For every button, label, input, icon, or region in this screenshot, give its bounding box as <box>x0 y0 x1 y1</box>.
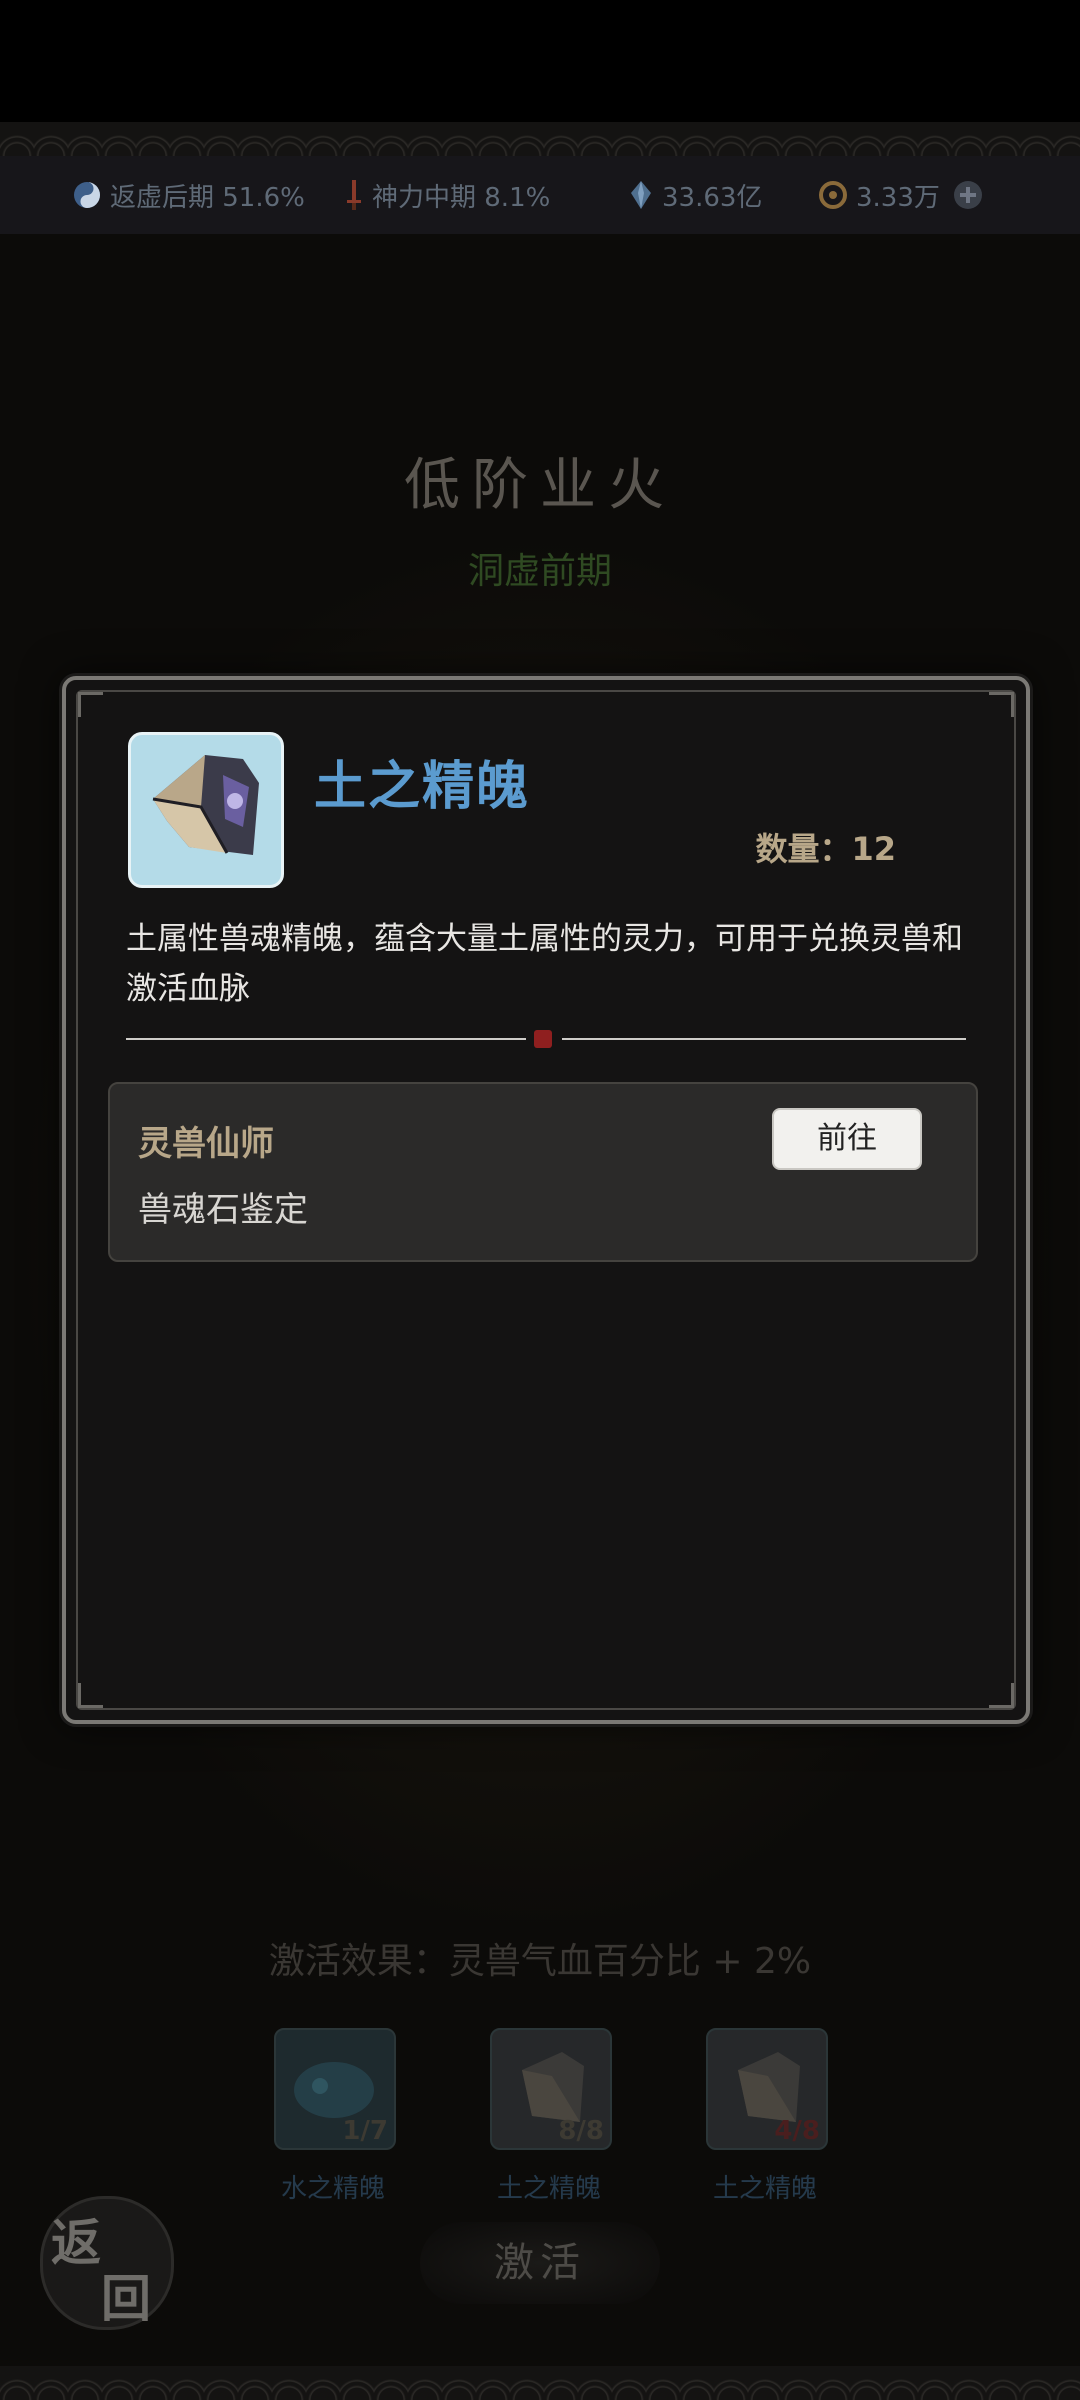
cultivation-resource: 返虚后期 51.6% <box>72 156 305 234</box>
activation-effect: 激活效果：灵兽气血百分比 + 2% <box>268 1941 812 1982</box>
divine-power-text: 神力中期 8.1% <box>372 182 551 213</box>
spirit-stone-text: 33.63亿 <box>662 182 763 213</box>
sword-icon <box>347 180 361 210</box>
goto-button[interactable]: 前往 <box>772 1108 922 1170</box>
coin-resource: 3.33万 <box>818 156 984 234</box>
wave-border-bottom <box>0 2366 1080 2400</box>
item-count: 4/8 <box>774 2116 820 2146</box>
divine-power-resource: 神力中期 8.1% <box>344 156 550 234</box>
source-subtitle: 兽魂石鉴定 <box>138 1190 308 1230</box>
screen: 返虚后期 51.6% 神力中期 8.1% 33.63亿 3.33万 低阶业火 洞… <box>0 0 1080 2400</box>
seal-icon <box>534 1030 552 1048</box>
corner-ornament <box>989 692 1014 717</box>
back-button[interactable]: 返 回 <box>40 2196 174 2330</box>
item-slot-earth-2[interactable]: 4/8 <box>706 2028 828 2150</box>
item-title: 土之精魄 <box>314 757 531 817</box>
resource-bar: 返虚后期 51.6% 神力中期 8.1% 33.63亿 3.33万 <box>0 156 1080 234</box>
back-label-char-1: 返 <box>51 2213 101 2272</box>
earth-spirit-icon <box>152 755 259 855</box>
coin-icon <box>819 181 847 209</box>
fire-title: 低阶业火 <box>404 453 676 518</box>
corner-ornament <box>78 692 103 717</box>
item-name: 土之精魄 <box>496 2174 601 2204</box>
back-label-char-2: 回 <box>101 2269 151 2328</box>
coin-text: 3.33万 <box>856 182 940 213</box>
add-icon[interactable] <box>952 179 984 211</box>
item-count: 8/8 <box>558 2116 604 2146</box>
item-quantity: 数量：12 <box>755 830 896 868</box>
divider-right <box>562 1038 966 1040</box>
cultivation-text: 返虚后期 51.6% <box>110 182 305 213</box>
item-name: 土之精魄 <box>712 2174 817 2204</box>
item-icon-frame <box>128 732 284 888</box>
divider-left <box>126 1038 526 1040</box>
source-card: 灵兽仙师 兽魂石鉴定 前往 <box>108 1082 978 1262</box>
corner-ornament <box>78 1683 103 1708</box>
item-detail-dialog: 土之精魄 数量：12 土属性兽魂精魄，蕴含大量土属性的灵力，可用于兑换灵兽和激活… <box>62 676 1030 1724</box>
corner-ornament <box>989 1683 1014 1708</box>
status-bar <box>0 0 1080 122</box>
item-name: 水之精魄 <box>280 2174 385 2204</box>
activate-button[interactable]: 激活 <box>420 2222 660 2304</box>
item-description: 土属性兽魂精魄，蕴含大量土属性的灵力，可用于兑换灵兽和激活血脉 <box>126 921 963 1007</box>
item-slot-water[interactable]: 1/7 <box>274 2028 396 2150</box>
crystal-icon <box>631 181 651 209</box>
spirit-stone-resource: 33.63亿 <box>628 156 762 234</box>
yin-yang-icon <box>74 182 100 208</box>
item-count: 1/7 <box>342 2116 388 2146</box>
item-slot-earth-1[interactable]: 8/8 <box>490 2028 612 2150</box>
source-title: 灵兽仙师 <box>138 1124 274 1164</box>
realm-label: 洞虚前期 <box>467 551 612 592</box>
wave-border-top <box>0 122 1080 156</box>
